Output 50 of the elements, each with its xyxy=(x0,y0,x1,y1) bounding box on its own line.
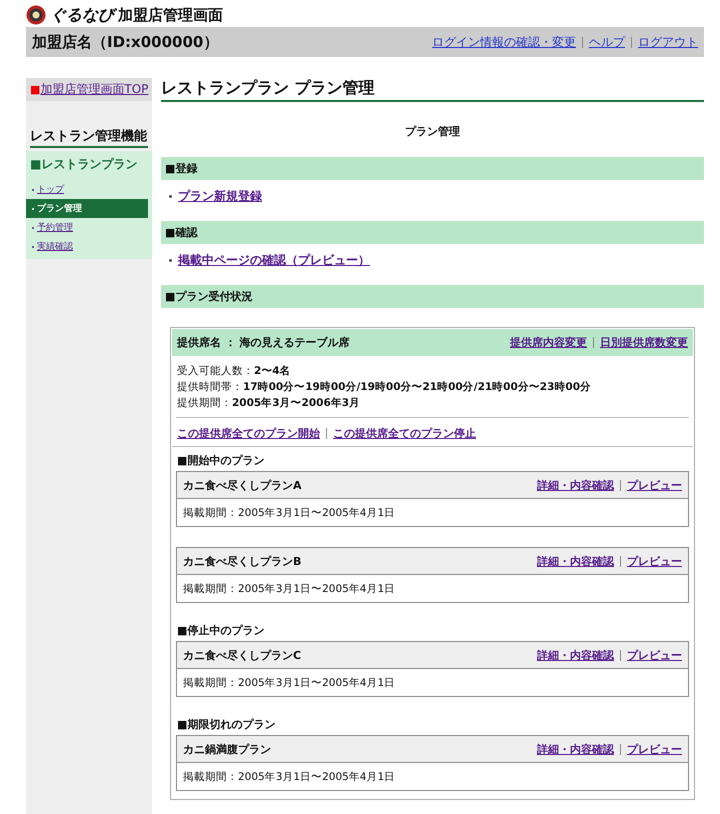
top-link[interactable]: 加盟店管理画面TOP xyxy=(40,81,148,98)
marker-symbol: ■ xyxy=(30,83,40,96)
app-title: 加盟店管理画面 xyxy=(118,6,223,24)
seat-link[interactable]: 提供席内容変更 xyxy=(510,335,587,350)
plan-link[interactable]: 詳細・内容確認 xyxy=(537,648,614,662)
sidebar-item[interactable]: トップ xyxy=(26,180,148,199)
plan-period: 掲載期間：2005年3月1日〜2005年4月1日 xyxy=(182,506,396,520)
sidebar-item[interactable]: プラン管理 xyxy=(26,199,148,218)
bullet-icon xyxy=(169,195,172,198)
action-link[interactable]: この提供席全てのプラン開始 xyxy=(177,426,320,441)
plan-link[interactable]: プレビュー xyxy=(627,648,682,662)
header-link[interactable]: ログアウト xyxy=(638,34,698,50)
plan-name: カニ食べ尽くしプランB xyxy=(183,554,302,568)
sidebar-item[interactable]: 予約管理 xyxy=(26,218,148,237)
group-title: ■開始中のプラン xyxy=(177,453,266,468)
sidebar-heading: レストラン管理機能 xyxy=(30,127,148,148)
menu-section-title: ■レストランプラン xyxy=(29,156,138,173)
action-link[interactable]: この提供席全てのプラン停止 xyxy=(333,426,476,441)
plan-period: 掲載期間：2005年3月1日〜2005年4月1日 xyxy=(182,676,396,690)
section-header: ■確認 xyxy=(161,221,704,244)
plan-name: カニ鍋満腹プラン xyxy=(183,742,271,756)
group-title: ■停止中のプラン xyxy=(177,623,266,638)
plan-name: カニ食べ尽くしプランC xyxy=(183,648,302,662)
bullet-icon xyxy=(169,259,172,262)
plan-link[interactable]: プレビュー xyxy=(627,554,682,568)
sidebar-item[interactable]: 実績確認 xyxy=(26,237,148,256)
page-title: レストランプラン プラン管理 xyxy=(161,78,704,102)
section-header: ■プラン受付状況 xyxy=(161,285,704,308)
plan-link[interactable]: 詳細・内容確認 xyxy=(537,554,614,568)
page-subtitle: プラン管理 xyxy=(404,124,461,139)
section-link[interactable]: 掲載中ページの確認（プレビュー） xyxy=(178,252,370,269)
plan-period: 掲載期間：2005年3月1日〜2005年4月1日 xyxy=(182,582,396,596)
plan-link[interactable]: プレビュー xyxy=(627,742,682,756)
emblem-icon xyxy=(26,5,46,25)
shop-name: 加盟店名（ID:x000000） xyxy=(32,32,218,52)
seat-detail: 受入可能人数：2〜4名 xyxy=(177,364,292,379)
plan-name: カニ食べ尽くしプランA xyxy=(183,478,302,492)
section-header: ■登録 xyxy=(161,157,704,180)
plan-link[interactable]: 詳細・内容確認 xyxy=(537,478,614,492)
section-link[interactable]: プラン新規登録 xyxy=(178,188,262,205)
seat-detail: 提供時間帯：17時00分〜19時00分/19時00分〜21時00分/21時00分〜23時00分 xyxy=(177,380,592,395)
plan-link[interactable]: プレビュー xyxy=(627,478,682,492)
group-title: ■期限切れのプラン xyxy=(177,717,276,732)
header-link[interactable]: ログイン情報の確認・変更 xyxy=(432,34,576,50)
seat-link[interactable]: 日別提供席数変更 xyxy=(600,335,688,350)
seat-detail: 提供期間：2005年3月〜2006年3月 xyxy=(177,396,362,411)
plan-link[interactable]: 詳細・内容確認 xyxy=(537,742,614,756)
plan-period: 掲載期間：2005年3月1日〜2005年4月1日 xyxy=(182,770,396,784)
seat-name: 提供席名 ： 海の見えるテーブル席 xyxy=(177,335,350,350)
header-link[interactable]: ヘルプ xyxy=(589,34,625,50)
